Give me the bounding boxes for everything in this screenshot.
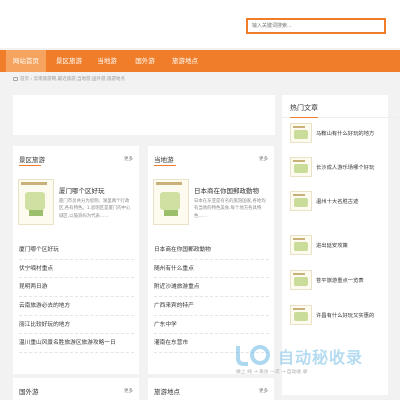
list-item[interactable]: 昆明两日游 (19, 278, 134, 298)
breadcrumb: 首页 › 云南旅游网,最近旅游,当地游,国外游,旅游地点 (13, 76, 125, 82)
featured-thumbnail[interactable] (153, 179, 189, 225)
main-nav: 网站首页 景区旅游 当地游 国外游 旅游地点 (0, 50, 400, 72)
featured-title[interactable]: 日本商在你国郵政動物 (194, 185, 259, 195)
hot-thumbnail[interactable] (290, 123, 312, 143)
title-underline (282, 117, 400, 118)
list-item[interactable]: 附近沙滩旅游重点 (154, 278, 269, 298)
hot-item-title[interactable]: 进出延安攻策 (316, 241, 348, 249)
hot-item[interactable]: 长沙成人游乐场哪个好玩 (290, 157, 400, 191)
search-input[interactable] (248, 20, 384, 32)
article-list: 日本商在你国郵政動物 随州有什么重点 附近沙滩旅游重点 广西来宾的特产 广东中学… (154, 241, 269, 354)
hot-thumbnail[interactable] (290, 305, 312, 325)
hot-item-title[interactable]: 苍平旅游重点一览表 (316, 276, 364, 284)
home-icon[interactable] (13, 76, 18, 81)
list-item[interactable]: 随州有什么重点 (154, 260, 269, 279)
featured-title[interactable]: 厦门哪个区好玩 (59, 185, 105, 195)
featured-desc: 日本在东亚是有名的旅游国家,各地均有当地的特色美食,每个地方各具特色…… (194, 199, 266, 219)
list-item[interactable]: 温川重山风景名胜旅游区旅游攻略一日 (19, 334, 134, 354)
section-title: 景区旅游 (19, 156, 45, 164)
hot-thumbnail[interactable] (290, 157, 312, 177)
title-underline (19, 165, 41, 166)
list-item[interactable]: 云南旅游必去的地方 (19, 297, 134, 316)
nav-item-home[interactable]: 网站首页 (6, 50, 46, 72)
featured-thumbnail[interactable] (18, 179, 54, 225)
section-local: 当地游 更多 日本商在你国郵政動物 日本在东亚是有名的旅游国家,各地均有当地的特… (148, 146, 274, 374)
hot-item[interactable]: 许昌有什么好玩又实惠的 (290, 305, 400, 339)
watermark: 自动秘收录 做上 线 → 来访 一次 → 自动收 录 (232, 342, 382, 386)
nav-item-scenic[interactable]: 景区旅游 (50, 50, 88, 72)
search-box[interactable] (246, 18, 386, 34)
hot-item-title[interactable]: 温州十大名胜古迹 (316, 197, 358, 205)
list-item[interactable]: 日本商在你国郵政動物 (154, 241, 269, 260)
featured-desc: 厦门市总共分为思明、湖里两个行政区,各有特色。1.思明区是厦门的中心城区,以鼓浪… (59, 199, 131, 219)
hot-item[interactable]: 马鞍山有什么好玩的地方 (290, 123, 400, 157)
nav-item-abroad[interactable]: 国外游 (128, 50, 162, 72)
section-title: 旅游地点 (154, 388, 180, 396)
banner-panel (13, 95, 275, 135)
more-link[interactable]: 更多 (259, 156, 268, 162)
more-link[interactable]: 更多 (124, 388, 133, 394)
watermark-logo-icon (236, 345, 270, 366)
more-link[interactable]: 更多 (259, 388, 268, 394)
top-header (0, 0, 400, 48)
list-item[interactable]: 厦门哪个区好玩 (19, 241, 134, 260)
hot-item[interactable]: 苍平旅游重点一览表 (290, 270, 400, 304)
list-item[interactable]: 广东中学 (154, 316, 269, 335)
hot-thumbnail[interactable] (290, 235, 312, 255)
hot-item-title[interactable]: 马鞍山有什么好玩的地方 (316, 129, 374, 137)
nav-item-local[interactable]: 当地游 (90, 50, 124, 72)
breadcrumb-text[interactable]: 首页 › 云南旅游网,最近旅游,当地游,国外游,旅游地点 (20, 77, 125, 82)
hot-item[interactable]: 进出延安攻策 (290, 235, 400, 269)
hot-item[interactable]: 温州十大名胜古迹 (290, 191, 400, 225)
watermark-brand: 自动秘收录 (278, 348, 364, 367)
section-title: 当地游 (154, 156, 174, 164)
list-item[interactable]: 伏宁喃村重点 (19, 260, 134, 279)
watermark-tagline: 做上 线 → 来访 一次 → 自动收 录 (236, 370, 308, 375)
hot-item-title[interactable]: 许昌有什么好玩又实惠的 (316, 311, 374, 319)
section-abroad: 国外游 更多 (13, 378, 139, 400)
article-list: 厦门哪个区好玩 伏宁喃村重点 昆明两日游 云南旅游必去的地方 丽江比较好玩的地方… (19, 241, 134, 354)
hot-item-title[interactable]: 长沙成人游乐场哪个好玩 (316, 163, 374, 171)
title-underline (154, 165, 176, 166)
hot-thumbnail[interactable] (290, 270, 312, 290)
nav-item-places[interactable]: 旅游地点 (166, 50, 204, 72)
list-item[interactable]: 广西来宾的特产 (154, 297, 269, 316)
section-title: 国外游 (19, 388, 39, 396)
hot-title: 热门文章 (290, 104, 318, 112)
list-item[interactable]: 丽江比较好玩的地方 (19, 316, 134, 335)
more-link[interactable]: 更多 (124, 156, 133, 162)
hot-thumbnail[interactable] (290, 191, 312, 211)
section-scenic: 景区旅游 更多 厦门哪个区好玩 厦门市总共分为思明、湖里两个行政区,各有特色。1… (13, 146, 139, 374)
